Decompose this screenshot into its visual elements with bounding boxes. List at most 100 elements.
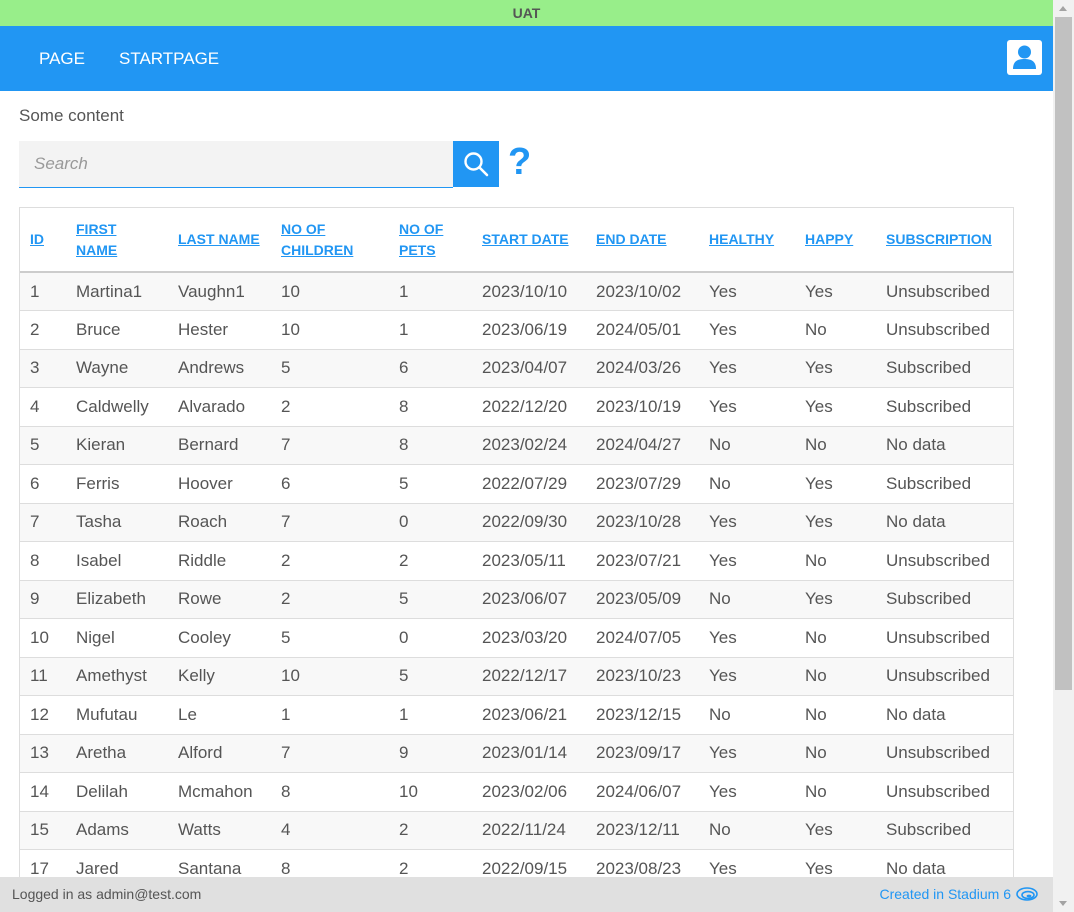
table-cell-no-of-pets: 5 — [389, 657, 472, 696]
table-cell-start-date: 2023/03/20 — [472, 618, 586, 658]
table-cell-first-name: Isabel — [66, 541, 168, 581]
search-box — [19, 141, 453, 188]
table-cell-subscription: Subscribed — [876, 387, 1013, 427]
table-cell-id: 12 — [20, 695, 66, 735]
table-cell-id: 5 — [20, 426, 66, 465]
table-cell-subscription: Subscribed — [876, 464, 1013, 504]
table-cell-last-name: Santana — [168, 849, 271, 877]
table-cell-id: 2 — [20, 310, 66, 350]
table-cell-first-name: Nigel — [66, 618, 168, 658]
table-cell-subscription: No data — [876, 426, 1013, 465]
table-cell-first-name: Elizabeth — [66, 580, 168, 619]
column-header-healthy[interactable]: HEALTHY — [699, 208, 795, 273]
table-cell-start-date: 2023/02/24 — [472, 426, 586, 465]
table-cell-last-name: Rowe — [168, 580, 271, 619]
table-row[interactable]: 1 Martina1 Vaughn1 10 1 2023/10/10 2023/10/02 Y… — [20, 272, 1013, 311]
table-cell-healthy: Yes — [699, 541, 795, 581]
table-cell-end-date: 2023/10/23 — [586, 657, 699, 696]
table-row[interactable]: 8 Isabel Riddle 2 2 2023/05/11 2023/07/21 Yes No… — [20, 541, 1013, 581]
scrollbar-thumb[interactable] — [1055, 17, 1072, 690]
table-row[interactable]: 3 Wayne Andrews 5 6 2023/04/07 2024/03/26 Yes Ye… — [20, 349, 1013, 388]
column-header-subscription[interactable]: SUBSCRIPTION — [876, 208, 1013, 273]
table-row[interactable]: 5 Kieran Bernard 7 8 2023/02/24 2024/04/27 No No… — [20, 426, 1013, 465]
help-button[interactable]: ? — [508, 142, 534, 182]
column-header-no-of-children[interactable]: NO OF CHILDREN — [271, 208, 389, 273]
nav-link-startpage[interactable]: STARTPAGE — [119, 26, 219, 91]
table-cell-healthy: Yes — [699, 387, 795, 427]
table-row[interactable]: 17 Jared Santana 8 2 2022/09/15 2023/08/23 Yes Y… — [20, 849, 1013, 877]
table-cell-healthy: Yes — [699, 849, 795, 877]
table-cell-last-name: Cooley — [168, 618, 271, 658]
table-cell-first-name: Martina1 — [66, 272, 168, 311]
user-menu-button[interactable] — [1007, 40, 1042, 75]
search-input[interactable] — [19, 141, 453, 187]
table-cell-healthy: Yes — [699, 657, 795, 696]
scroll-up-button[interactable] — [1053, 0, 1074, 17]
table-cell-subscription: No data — [876, 503, 1013, 542]
table-row[interactable]: 10 Nigel Cooley 5 0 2023/03/20 2024/07/05 Yes No… — [20, 618, 1013, 658]
table-cell-healthy: No — [699, 580, 795, 619]
table-cell-end-date: 2023/07/21 — [586, 541, 699, 581]
column-header-end-date[interactable]: END DATE — [586, 208, 699, 273]
table-row[interactable]: 4 Caldwelly Alvarado 2 8 2022/12/20 2023/10/19… — [20, 387, 1013, 427]
table-cell-first-name: Wayne — [66, 349, 168, 388]
table-row[interactable]: 15 Adams Watts 4 2 2022/11/24 2023/12/11 No Yes S… — [20, 811, 1013, 850]
table-cell-last-name: Hester — [168, 310, 271, 350]
column-header-no-of-pets[interactable]: NO OF PETS — [389, 208, 472, 273]
column-header-start-date[interactable]: START DATE — [472, 208, 586, 273]
table-row[interactable]: 14 Delilah Mcmahon 8 10 2023/02/06 2024/06/07 Y… — [20, 772, 1013, 812]
table-cell-first-name: Aretha — [66, 734, 168, 773]
table-row[interactable]: 7 Tasha Roach 7 0 2022/09/30 2023/10/28 Yes Yes N… — [20, 503, 1013, 542]
table-cell-first-name: Ferris — [66, 464, 168, 504]
table-row[interactable]: 12 Mufutau Le 1 1 2023/06/21 2023/12/15 No No No … — [20, 695, 1013, 735]
table-cell-healthy: No — [699, 464, 795, 504]
table-cell-end-date: 2023/08/23 — [586, 849, 699, 877]
column-header-happy[interactable]: HAPPY — [795, 208, 876, 273]
table-cell-id: 8 — [20, 541, 66, 581]
table-cell-healthy: Yes — [699, 734, 795, 773]
table-header-row: ID FIRST NAME LAST NAME NO OF CHILDREN NO OF… — [20, 208, 1013, 273]
column-header-first-name[interactable]: FIRST NAME — [66, 208, 168, 273]
table-cell-no-of-pets: 1 — [389, 695, 472, 735]
table-row[interactable]: 13 Aretha Alford 7 9 2023/01/14 2023/09/17 Yes N… — [20, 734, 1013, 773]
table-cell-healthy: Yes — [699, 349, 795, 388]
table-cell-subscription: Unsubscribed — [876, 657, 1013, 696]
table-cell-no-of-pets: 6 — [389, 349, 472, 388]
nav-link-page[interactable]: PAGE — [39, 26, 85, 91]
table-row[interactable]: 11 Amethyst Kelly 10 5 2022/12/17 2023/10/23 Ye… — [20, 657, 1013, 696]
content-text: Some content — [19, 106, 124, 125]
table-cell-first-name: Kieran — [66, 426, 168, 465]
table-cell-id: 11 — [20, 657, 66, 696]
column-header-last-name[interactable]: LAST NAME — [168, 208, 271, 273]
table-cell-start-date: 2023/10/10 — [472, 272, 586, 311]
table-cell-end-date: 2023/10/19 — [586, 387, 699, 427]
table-cell-happy: No — [795, 695, 876, 735]
table-cell-last-name: Hoover — [168, 464, 271, 504]
search-button[interactable] — [453, 141, 499, 187]
table-cell-id: 9 — [20, 580, 66, 619]
table-cell-no-of-pets: 2 — [389, 849, 472, 877]
table-cell-subscription: Unsubscribed — [876, 618, 1013, 658]
table-row[interactable]: 6 Ferris Hoover 6 5 2022/07/29 2023/07/29 No Yes… — [20, 464, 1013, 504]
table-cell-end-date: 2023/07/29 — [586, 464, 699, 504]
table-cell-no-of-pets: 2 — [389, 811, 472, 850]
search-icon — [464, 152, 489, 177]
table-cell-start-date: 2023/06/21 — [472, 695, 586, 735]
table-cell-start-date: 2022/12/20 — [472, 387, 586, 427]
table-cell-happy: No — [795, 618, 876, 658]
table-row[interactable]: 9 Elizabeth Rowe 2 5 2023/06/07 2023/05/09 No Ye… — [20, 580, 1013, 619]
table-cell-subscription: Unsubscribed — [876, 772, 1013, 812]
scroll-down-button[interactable] — [1053, 895, 1074, 912]
table-cell-happy: Yes — [795, 272, 876, 311]
table-cell-healthy: Yes — [699, 272, 795, 311]
table-cell-no-of-children: 7 — [271, 734, 389, 773]
table-cell-happy: Yes — [795, 580, 876, 619]
created-in-stadium-link[interactable]: Created in Stadium 6 — [879, 877, 1011, 912]
vertical-scrollbar[interactable] — [1053, 0, 1074, 912]
table-row[interactable]: 2 Bruce Hester 10 1 2023/06/19 2024/05/01 Yes No… — [20, 310, 1013, 350]
column-header-id[interactable]: ID — [20, 208, 66, 273]
table-cell-end-date: 2024/03/26 — [586, 349, 699, 388]
table-cell-no-of-children: 8 — [271, 849, 389, 877]
table-cell-no-of-children: 4 — [271, 811, 389, 850]
table-cell-no-of-children: 1 — [271, 695, 389, 735]
